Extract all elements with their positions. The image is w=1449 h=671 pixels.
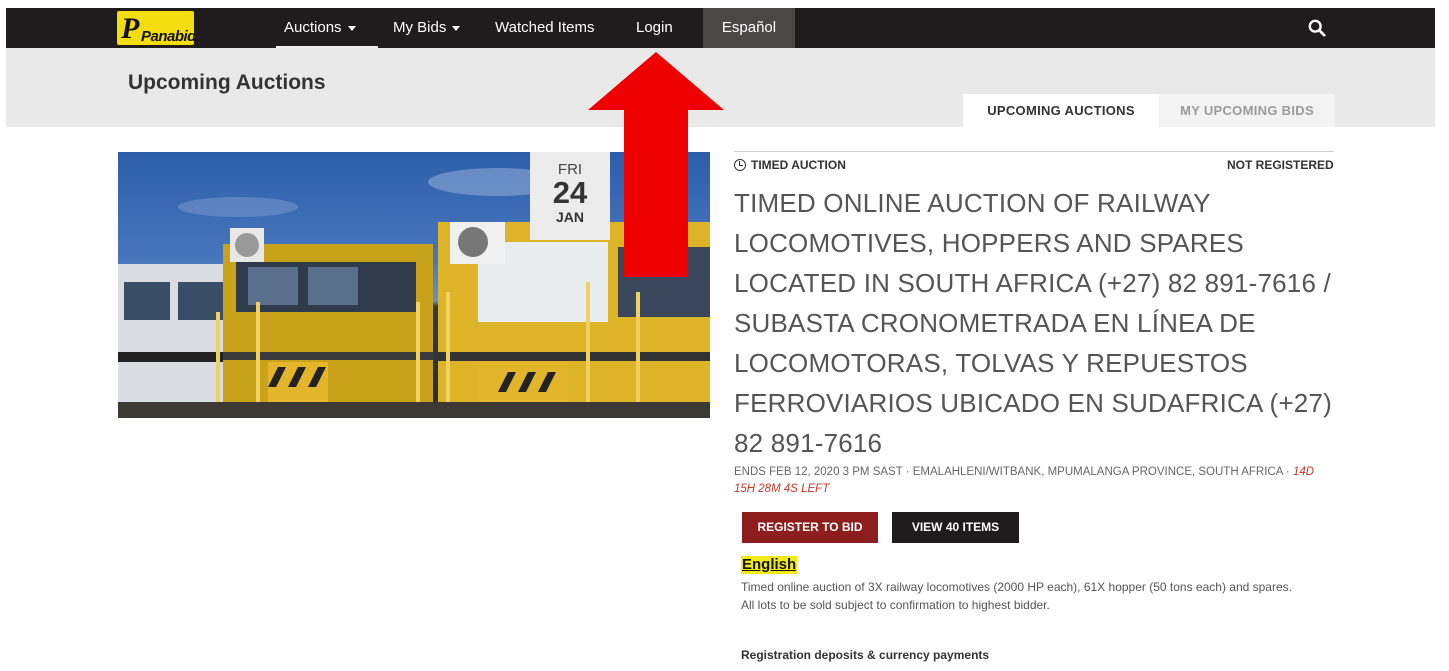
clock-icon <box>734 159 746 171</box>
caret-down-icon <box>452 25 461 31</box>
auction-type: TIMED AUCTION <box>734 158 846 172</box>
nav-auctions[interactable]: Auctions <box>284 8 356 48</box>
auction-title[interactable]: TIMED ONLINE AUCTION OF RAILWAY LOCOMOTI… <box>734 183 1354 463</box>
language-switch[interactable]: Español <box>703 8 795 48</box>
auction-meta: ENDS FEB 12, 2020 3 PM SAST · EMALAHLENI… <box>734 464 1334 498</box>
auction-description: Timed online auction of 3X railway locom… <box>741 580 1292 612</box>
search-icon[interactable] <box>1308 19 1326 37</box>
nav-watched-items[interactable]: Watched Items <box>495 8 594 48</box>
tab-my-upcoming-bids[interactable]: MY UPCOMING BIDS <box>1159 94 1335 127</box>
registration-status: NOT REGISTERED <box>1227 158 1334 172</box>
register-to-bid-button[interactable]: REGISTER TO BID <box>742 512 878 543</box>
divider <box>734 151 1334 152</box>
caret-down-icon <box>347 25 356 31</box>
description-language-heading: English <box>741 556 798 574</box>
tab-upcoming-auctions[interactable]: UPCOMING AUCTIONS <box>963 94 1159 127</box>
panabid-logo[interactable]: P Panabid <box>117 11 194 45</box>
auction-end-location: ENDS FEB 12, 2020 3 PM SAST · EMALAHLENI… <box>734 466 1293 478</box>
nav-my-bids[interactable]: My Bids <box>393 8 461 48</box>
red-arrow-annotation <box>588 52 724 277</box>
nav-login[interactable]: Login <box>636 8 673 48</box>
logo-text: Panabid <box>141 28 194 45</box>
deposits-heading: Registration deposits & currency payment… <box>741 648 990 662</box>
top-navbar: P Panabid Auctions My Bids Watched Items… <box>6 8 1435 49</box>
view-items-button[interactable]: VIEW 40 ITEMS <box>892 512 1019 543</box>
page-title: Upcoming Auctions <box>128 71 326 94</box>
